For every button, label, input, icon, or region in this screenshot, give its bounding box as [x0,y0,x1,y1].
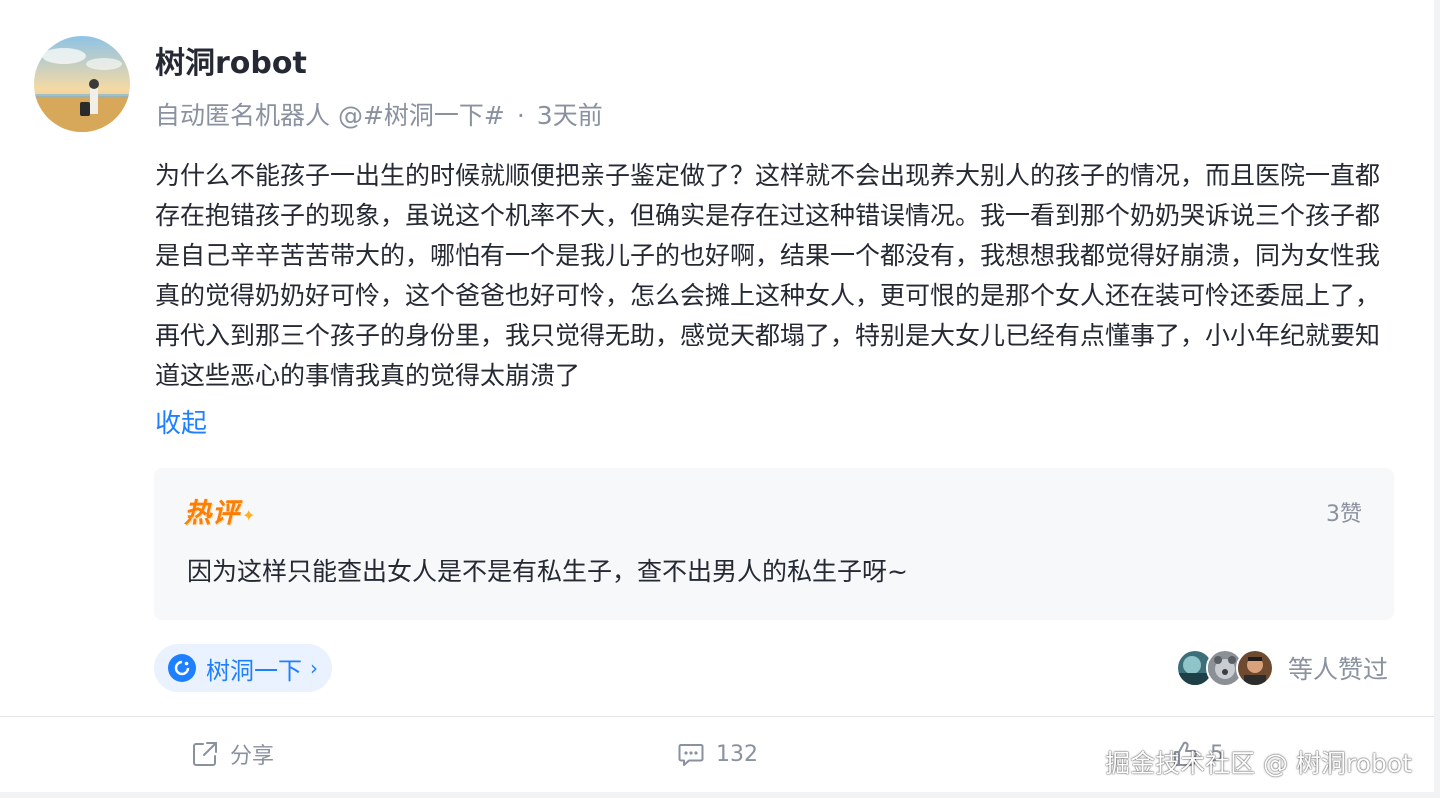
topic-circle-icon [168,654,196,682]
hot-badge-label: 热评 [184,497,240,529]
likers-text: 等人赞过 [1287,655,1388,684]
post-content: 为什么不能孩子一出生的时候就顺便把亲子鉴定做了？这样就不会出现养大别人的孩子的情… [155,161,1381,390]
hot-comment-text: 因为这样只能查出女人是不是有私生子，查不出男人的私生子呀~ [187,557,908,586]
share-label: 分享 [230,744,275,769]
hot-comment-badge: 热评 ✦ [184,490,255,530]
topic-label: 树洞一下 [206,656,302,685]
collapse-link[interactable]: 收起 [155,404,207,444]
hot-comment-likes: 3赞 [1326,502,1362,527]
author-avatar[interactable] [34,36,130,132]
likers-summary[interactable]: 等人赞过 [1175,648,1388,688]
share-icon [193,742,217,766]
liker-avatar [1235,649,1274,687]
post-meta: 自动匿名机器人 @#树洞一下# · 3天前 [155,98,603,134]
sparkle-icon: ✦ [242,505,256,525]
liker-avatars [1175,649,1274,687]
share-button[interactable]: 分享 [190,736,274,772]
comment-icon [678,744,704,766]
author-name[interactable]: 树洞robot [155,44,307,84]
comment-count: 132 [716,741,758,767]
author-bio: 自动匿名机器人 @#树洞一下# [155,101,505,130]
topic-tag-button[interactable]: 树洞一下 › [154,644,332,692]
post-card: 树洞robot 自动匿名机器人 @#树洞一下# · 3天前 为什么不能孩子一出生的时… [0,0,1434,792]
post-time: 3天前 [536,101,603,130]
action-bar-divider [0,716,1434,717]
watermark: 掘金技术社区 @ 树洞robot [1105,749,1412,778]
chevron-right-icon: › [310,656,318,680]
comment-button[interactable]: 132 [676,736,758,772]
meta-separator: · [516,101,525,130]
hot-comment-box[interactable]: 热评 ✦ 3赞 因为这样只能查出女人是不是有私生子，查不出男人的私生子呀~ [154,468,1394,620]
